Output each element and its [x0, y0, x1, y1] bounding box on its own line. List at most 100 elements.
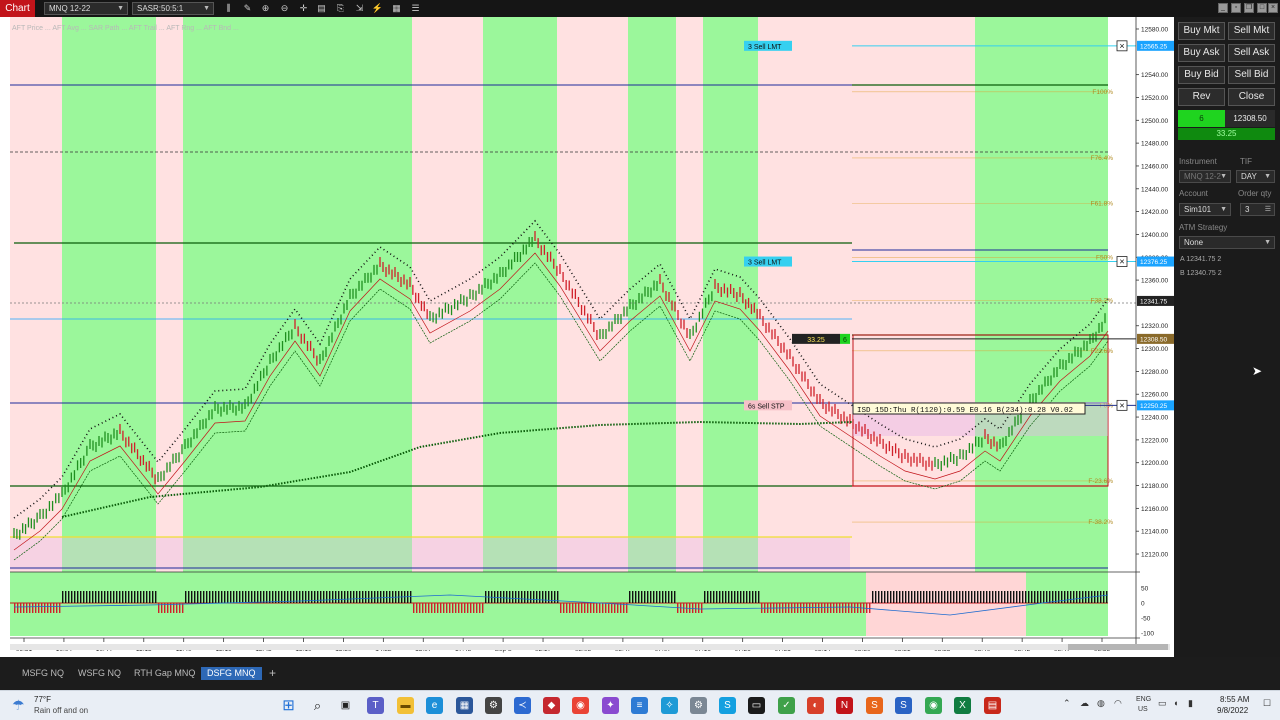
order-label[interactable]: 6s Sell STP — [748, 403, 785, 410]
weather-temp[interactable]: 77°F — [34, 695, 51, 704]
vs-code-icon[interactable]: ≺ — [514, 697, 531, 714]
order-cancel-icon[interactable]: × — [1116, 40, 1128, 52]
instrument-selector[interactable]: MNQ 12-22 ▼ — [44, 2, 128, 15]
tool-icon[interactable]: ✧ — [661, 697, 678, 714]
notification-icon[interactable]: ☐ — [1263, 698, 1271, 709]
edge-icon[interactable]: e — [426, 697, 443, 714]
maximize-icon[interactable]: □ — [1257, 3, 1267, 13]
sell-ask-button[interactable]: Sell Ask — [1228, 44, 1275, 62]
order-label[interactable]: 3 Sell LMT — [748, 44, 782, 51]
minimize-icon[interactable]: _ — [1218, 3, 1228, 13]
price-chart[interactable]: F100%F76.4%F61.8%F50%F38.2%F23.6%F0%F-23… — [0, 17, 1174, 657]
language-bottom[interactable]: US — [1138, 706, 1148, 713]
app-orange-icon[interactable]: ◐ — [807, 697, 824, 714]
tab-rth-gap-mnq[interactable]: RTH Gap MNQ — [128, 667, 201, 680]
clock-time[interactable]: 8:55 AM — [1220, 695, 1249, 704]
scrollbar-thumb[interactable] — [1068, 644, 1168, 650]
clock-date[interactable]: 9/8/2022 — [1217, 706, 1248, 715]
ninjatrader-icon[interactable]: N — [836, 697, 853, 714]
language-top[interactable]: ENG — [1136, 696, 1151, 703]
svg-text:×[interactable]: × — [1119, 257, 1124, 267]
chrome-icon[interactable]: ◉ — [572, 697, 589, 714]
tile-icon[interactable]: ▫ — [1231, 3, 1241, 13]
teams-icon[interactable]: T — [367, 697, 384, 714]
order-cancel-icon[interactable]: × — [1116, 399, 1128, 411]
scroll-end-icon[interactable]: ⇲ — [353, 2, 366, 15]
volume-icon[interactable]: ◖ — [1173, 698, 1178, 708]
search-icon[interactable]: ⌕ — [309, 697, 326, 714]
store-icon[interactable]: ▦ — [456, 697, 473, 714]
oscillator-bar — [575, 603, 577, 613]
close-position-button[interactable]: Close — [1228, 88, 1275, 106]
app-red2-icon[interactable]: ▤ — [984, 697, 1001, 714]
zoom-out-icon[interactable]: ⊖ — [278, 2, 291, 15]
terminal-icon[interactable]: ▭ — [748, 697, 765, 714]
reverse-button[interactable]: Rev — [1178, 88, 1225, 106]
app-settings-icon[interactable]: ⚙ — [485, 697, 502, 714]
order-qty-stepper[interactable]: 3 ☰ — [1240, 203, 1275, 216]
chart-panel[interactable]: F100% F76.4% F61.8% F50% F38.2% F23.6% F0% F-23… — [0, 17, 1174, 657]
instrument-field[interactable]: MNQ 12-2 ▼ — [1179, 170, 1231, 183]
add-tab-button[interactable]: + — [263, 667, 282, 680]
pencil-icon[interactable]: ✎ — [241, 2, 254, 15]
battery-icon[interactable]: ▮ — [1188, 698, 1193, 709]
wifi-icon[interactable]: ◠ — [1114, 698, 1122, 709]
tab-msfg-nq[interactable]: MSFG NQ — [16, 667, 70, 680]
order-label[interactable]: 3 Sell LMT — [748, 260, 782, 267]
oscillator-bar — [1034, 591, 1036, 603]
buy-ask-button[interactable]: Buy Ask — [1178, 44, 1225, 62]
account-select[interactable]: Sim101 ▼ — [1179, 203, 1231, 216]
oscillator-bar — [131, 591, 133, 603]
data-box-icon[interactable]: ▦ — [390, 2, 403, 15]
menu-icon[interactable]: ☰ — [409, 2, 422, 15]
weather-icon[interactable]: ☂ — [12, 697, 28, 713]
close-icon[interactable]: × — [1268, 3, 1278, 13]
tab-wsfg-nq[interactable]: WSFG NQ — [72, 667, 127, 680]
tray-overflow-icon[interactable]: ⌃ — [1063, 698, 1071, 709]
sell-bid-button[interactable]: Sell Bid — [1228, 66, 1275, 84]
instrument-field-value: MNQ 12-2 — [1184, 172, 1221, 181]
file-explorer-icon[interactable]: ▬ — [397, 697, 414, 714]
notepad-icon[interactable]: ≡ — [631, 697, 648, 714]
task-view-icon[interactable]: ▣ — [337, 697, 354, 714]
tab-dsfg-mnq[interactable]: DSFG MNQ — [201, 667, 262, 680]
oscillator-bar — [29, 603, 31, 613]
position-qty-label: 6 — [843, 337, 847, 344]
restore-icon[interactable]: ❐ — [1244, 3, 1254, 13]
app-green-icon[interactable]: ✓ — [778, 697, 795, 714]
svg-text:×[interactable]: × — [1119, 41, 1124, 51]
tray-app-icon[interactable]: ◍ — [1097, 698, 1105, 709]
network-icon[interactable]: ▭ — [1158, 698, 1167, 709]
start-icon[interactable]: ⊞ — [280, 697, 297, 714]
svg-text:×[interactable]: × — [1119, 400, 1124, 410]
app-orange2-icon[interactable]: S — [866, 697, 883, 714]
oscillator-bar — [914, 591, 916, 603]
gear-icon[interactable]: ⚙ — [690, 697, 707, 714]
stepper-icon[interactable]: ☰ — [1265, 204, 1271, 215]
sell-market-button[interactable]: Sell Mkt — [1228, 22, 1275, 40]
oscillator-bar — [827, 603, 829, 613]
templates-icon[interactable]: ⎘ — [334, 2, 347, 15]
app-red-icon[interactable]: ◆ — [543, 697, 560, 714]
properties-icon[interactable]: ▤ — [315, 2, 328, 15]
app-blue-icon[interactable]: S — [895, 697, 912, 714]
zoom-in-icon[interactable]: ⊕ — [259, 2, 272, 15]
atm-strategy-select[interactable]: None ▼ — [1179, 236, 1275, 249]
bar-type-icon[interactable]: ⫼ — [222, 2, 235, 15]
buy-market-button[interactable]: Buy Mkt — [1178, 22, 1225, 40]
chrome-alt-icon[interactable]: ◉ — [925, 697, 942, 714]
horizontal-scrollbar[interactable] — [10, 644, 1170, 650]
app-purple-icon[interactable]: ✦ — [602, 697, 619, 714]
oscillator-bar — [578, 603, 580, 613]
cloud-icon[interactable]: ☁ — [1080, 698, 1089, 709]
indicator-selector[interactable]: SASR:50:5:1 ▼ — [132, 2, 214, 15]
skype-icon[interactable]: S — [719, 697, 736, 714]
tif-select[interactable]: DAY ▼ — [1236, 170, 1275, 183]
crosshair-icon[interactable]: ✛ — [297, 2, 310, 15]
buy-bid-button[interactable]: Buy Bid — [1178, 66, 1225, 84]
strategy-icon[interactable]: ⚡ — [371, 2, 384, 15]
weather-text[interactable]: Rain off and on — [34, 706, 88, 715]
order-cancel-icon[interactable]: × — [1116, 256, 1128, 267]
oscillator-tick-label: 0 — [1141, 601, 1145, 608]
excel-icon[interactable]: X — [954, 697, 971, 714]
